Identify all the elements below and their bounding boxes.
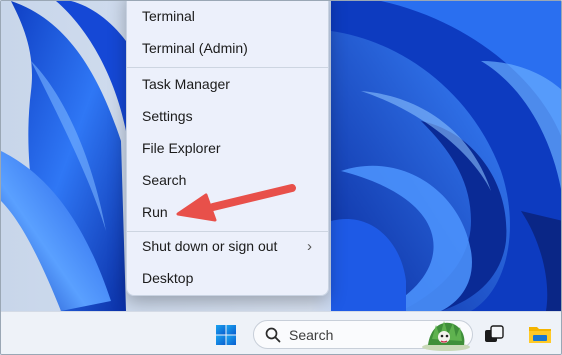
menu-item-search[interactable]: Search: [127, 164, 328, 196]
menu-item-settings[interactable]: Settings: [127, 100, 328, 132]
search-highlight-icon: [422, 321, 470, 351]
search-icon: [265, 327, 281, 342]
desktop-screen: Terminal Terminal (Admin) Task Manager S…: [0, 0, 562, 355]
menu-item-shut-down[interactable]: Shut down or sign out ›: [127, 230, 328, 262]
menu-item-desktop[interactable]: Desktop: [127, 262, 328, 294]
menu-item-label: File Explorer: [142, 140, 221, 156]
menu-item-label: Shut down or sign out: [142, 238, 278, 254]
chevron-right-icon: ›: [307, 237, 312, 255]
menu-item-label: Terminal (Admin): [142, 40, 248, 56]
menu-item-label: Desktop: [142, 270, 194, 286]
menu-item-label: Task Manager: [142, 76, 230, 92]
search-label: Search: [289, 326, 334, 343]
menu-item-label: Settings: [142, 108, 193, 124]
menu-item-file-explorer[interactable]: File Explorer: [127, 132, 328, 164]
taskbar: Search: [1, 311, 561, 354]
file-explorer-icon[interactable]: [527, 322, 553, 346]
menu-item-terminal-admin[interactable]: Terminal (Admin): [127, 32, 328, 64]
windows-start-icon[interactable]: [215, 324, 237, 346]
menu-item-task-manager[interactable]: Task Manager: [127, 68, 328, 100]
menu-item-label: Run: [142, 204, 168, 220]
menu-item-label: Search: [142, 172, 187, 188]
task-view-icon[interactable]: [483, 324, 505, 346]
menu-item-terminal[interactable]: Terminal: [127, 1, 328, 32]
menu-item-label: Terminal: [142, 8, 195, 24]
menu-item-run[interactable]: Run: [127, 196, 328, 228]
winx-context-menu: Terminal Terminal (Admin) Task Manager S…: [126, 1, 329, 296]
taskbar-search-box[interactable]: Search: [253, 320, 473, 351]
